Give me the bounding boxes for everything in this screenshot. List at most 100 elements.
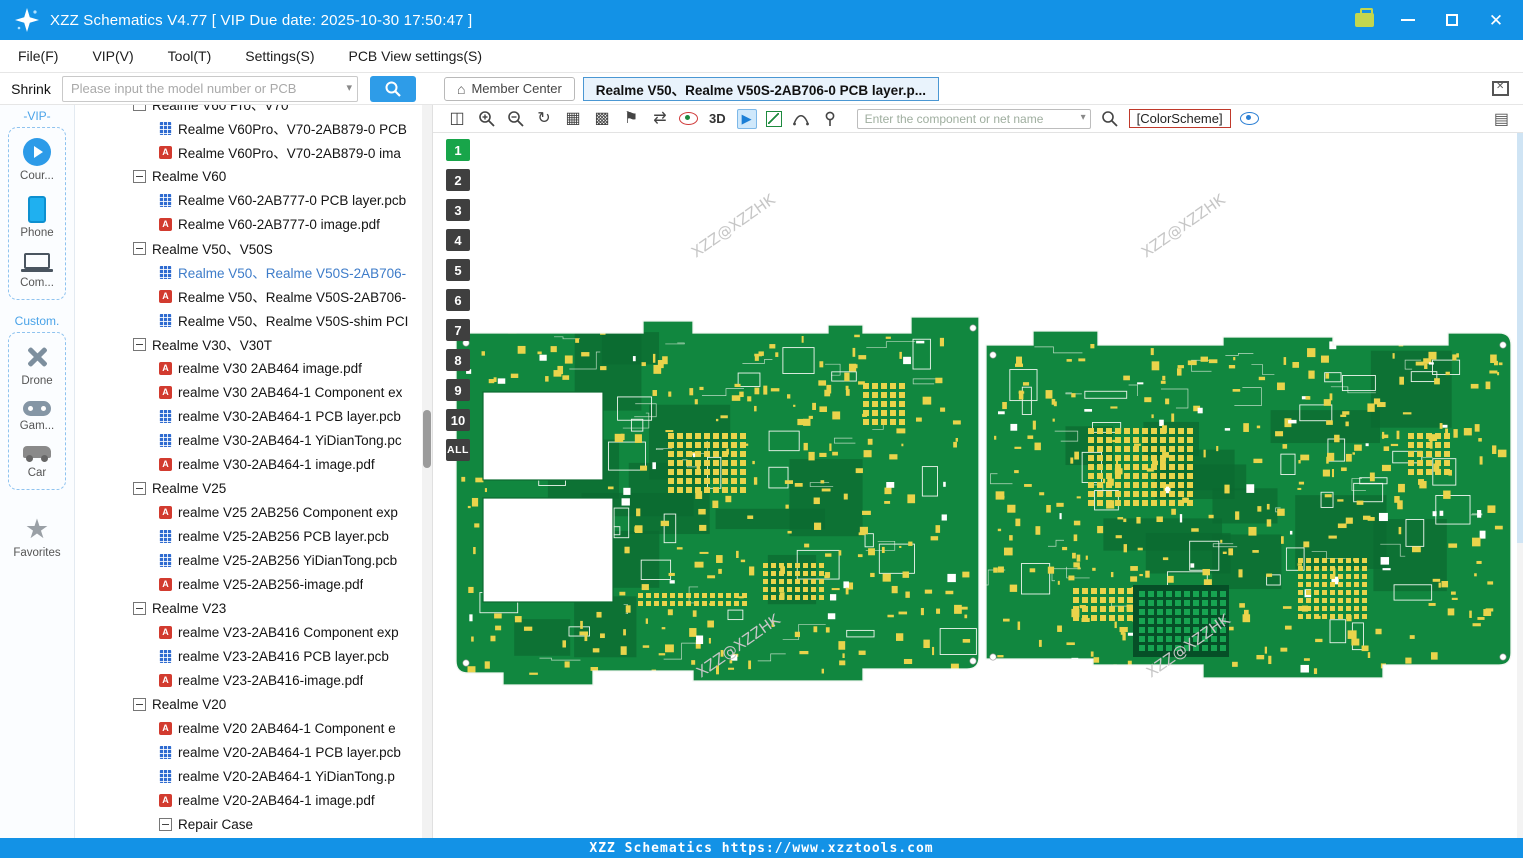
close-button[interactable]: ✕ xyxy=(1485,9,1507,31)
sidebar-item-car[interactable]: Car xyxy=(23,446,51,479)
layer-button[interactable]: 4 xyxy=(446,229,470,251)
canvas-scrollbar-thumb[interactable] xyxy=(1517,133,1523,543)
sidebar-item-computer[interactable]: Com... xyxy=(20,253,54,289)
zoom-in-icon[interactable] xyxy=(476,110,496,127)
tree-item-icon: A xyxy=(159,361,172,375)
sidebar-item-drone[interactable]: Drone xyxy=(21,343,52,387)
vip-briefcase-icon[interactable] xyxy=(1353,8,1375,31)
tree-item[interactable]: A realme V25-2AB256-image.pdf xyxy=(75,572,422,596)
curve-measure-icon[interactable] xyxy=(791,112,811,126)
pcb-canvas-area[interactable]: XZZ@XZZHK XZZ@XZZHK XZZ@XZZHK XZZ@XZZHK 1 2 3… xyxy=(433,133,1523,838)
tree-item[interactable]: realme V20-2AB464-1 PCB layer.pcb xyxy=(75,740,422,764)
tree-item[interactable]: A realme V30 2AB464 image.pdf xyxy=(75,356,422,380)
minimize-button[interactable] xyxy=(1397,9,1419,31)
tree-item[interactable]: A realme V23-2AB416-image.pdf xyxy=(75,668,422,692)
tree-item[interactable]: realme V30-2AB464-1 PCB layer.pcb xyxy=(75,404,422,428)
sidebar-item-game[interactable]: Gam... xyxy=(20,401,54,432)
tree-item[interactable]: A realme V20 2AB464-1 Component e xyxy=(75,716,422,740)
layer-button[interactable]: 8 xyxy=(446,349,470,371)
maximize-button[interactable] xyxy=(1441,9,1463,31)
colorscheme-button[interactable]: [ColorScheme] xyxy=(1128,109,1231,128)
menu-item[interactable]: Tool(T) xyxy=(168,48,212,64)
sidebar-item-favorites[interactable]: ★ Favorites xyxy=(13,516,60,560)
tree-item[interactable]: realme V30-2AB464-1 YiDianTong.pc xyxy=(75,428,422,452)
tree-item[interactable]: A Realme V50、Realme V50S-2AB706- xyxy=(75,284,422,308)
tree-item[interactable]: A realme V20-2AB464-1 image.pdf xyxy=(75,788,422,812)
tree-item-icon xyxy=(159,529,172,543)
tree-item[interactable]: realme V20-2AB464-1 YiDianTong.p xyxy=(75,764,422,788)
layer-button[interactable]: 1 xyxy=(446,139,470,161)
visibility-eye-icon[interactable] xyxy=(1239,112,1259,125)
menu-item[interactable]: Settings(S) xyxy=(245,48,314,64)
board-top-view-icon[interactable]: ▦ xyxy=(563,110,583,127)
model-search-button[interactable] xyxy=(370,75,416,102)
shrink-button[interactable]: Shrink xyxy=(0,81,62,97)
tree-item[interactable]: Realme V23 xyxy=(75,596,422,620)
crop-region-icon[interactable] xyxy=(765,110,782,127)
pin-icon[interactable] xyxy=(820,111,840,127)
menu-item[interactable]: File(F) xyxy=(18,48,58,64)
layer-button[interactable]: 5 xyxy=(446,259,470,281)
pcb-board-image[interactable]: XZZ@XZZHK XZZ@XZZHKXZZ@XZZHK XZZ@XZZHK xyxy=(433,133,1523,838)
tree-item[interactable]: realme V25-2AB256 YiDianTong.pcb xyxy=(75,548,422,572)
rotate-icon[interactable]: ↻ xyxy=(534,110,554,127)
tree-item[interactable]: Realme V20 xyxy=(75,692,422,716)
board-bottom-view-icon[interactable]: ▩ xyxy=(592,110,612,127)
menu-item[interactable]: PCB View settings(S) xyxy=(348,48,482,64)
net-search-icon[interactable] xyxy=(1100,110,1120,127)
tree-item-label: realme V25 2AB256 Component exp xyxy=(178,504,398,520)
tree-item[interactable]: Realme V50、Realme V50S-2AB706- xyxy=(75,260,422,284)
canvas-scrollbar[interactable] xyxy=(1517,133,1523,838)
tree-item[interactable]: Repair Case xyxy=(75,812,422,836)
document-tab[interactable]: Realme V50、Realme V50S-2AB706-0 PCB laye… xyxy=(582,76,939,101)
model-search-input[interactable] xyxy=(62,75,358,102)
tree-item[interactable]: Realme V60-2AB777-0 PCB layer.pcb xyxy=(75,188,422,212)
zoom-out-icon[interactable] xyxy=(505,110,525,127)
tree-scrollbar[interactable] xyxy=(422,105,432,838)
smartphone-icon xyxy=(27,196,46,223)
net-flag-icon[interactable]: ⚑ xyxy=(621,110,641,127)
member-center-button[interactable]: ⌂ Member Center xyxy=(444,76,575,101)
menu-item[interactable]: VIP(V) xyxy=(92,48,133,64)
tree-item[interactable]: A realme V30 2AB464-1 Component ex xyxy=(75,380,422,404)
tree-item[interactable]: Realme V25 xyxy=(75,476,422,500)
tree-item[interactable]: Realme V50、Realme V50S-shim PCI xyxy=(75,308,422,332)
tree-item[interactable]: A Realme V60-2AB777-0 image.pdf xyxy=(75,212,422,236)
tree-item[interactable]: Realme V60 xyxy=(75,164,422,188)
layer-button[interactable]: 6 xyxy=(446,289,470,311)
tree-scrollbar-thumb[interactable] xyxy=(423,410,431,468)
sidebar-item-course[interactable]: Cour... xyxy=(20,138,54,182)
layer-button[interactable]: 9 xyxy=(446,379,470,401)
mirror-icon[interactable]: ⇄ xyxy=(650,110,670,127)
layer-button[interactable]: 10 xyxy=(446,409,470,431)
vip-caption: -VIP- xyxy=(23,109,51,123)
highlight-eye-icon[interactable] xyxy=(679,112,698,125)
tree-item[interactable]: A realme V25 2AB256 Component exp xyxy=(75,500,422,524)
tree-item-label: realme V30-2AB464-1 image.pdf xyxy=(178,456,375,472)
tree-item[interactable]: realme V23-2AB416 PCB layer.pcb xyxy=(75,644,422,668)
sidebar-item-phone[interactable]: Phone xyxy=(20,196,54,239)
tree-item[interactable]: A realme V23-2AB416 Component exp xyxy=(75,620,422,644)
split-view-icon[interactable]: ◫ xyxy=(447,110,467,127)
collapse-panel-icon[interactable] xyxy=(1492,81,1509,96)
net-search-input[interactable] xyxy=(856,108,1091,129)
tree-item[interactable]: Realme V60Pro、V70-2AB879-0 PCB xyxy=(75,116,422,140)
tree-item-label: realme V25-2AB256 YiDianTong.pcb xyxy=(178,552,398,568)
tree-item[interactable]: realme V25-2AB256 PCB layer.pcb xyxy=(75,524,422,548)
3d-view-button[interactable]: 3D xyxy=(707,110,728,127)
tree-item[interactable]: A Realme V60Pro、V70-2AB879-0 ima xyxy=(75,140,422,164)
layer-button[interactable]: ALL xyxy=(446,439,470,461)
tree-item-label: Repair Case xyxy=(178,816,254,832)
layers-panel-icon[interactable]: ▤ xyxy=(1494,109,1509,129)
tree-item[interactable]: Realme V30、V30T xyxy=(75,332,422,356)
chevron-down-icon[interactable]: ▾ xyxy=(1081,112,1086,123)
layer-button[interactable]: 2 xyxy=(446,169,470,191)
tree-item[interactable]: A realme V30-2AB464-1 image.pdf xyxy=(75,452,422,476)
jump-arrow-icon[interactable]: ▶ xyxy=(736,108,757,129)
chevron-down-icon[interactable]: ▾ xyxy=(346,81,352,94)
tree-item[interactable]: Realme V60 Pro、V70 xyxy=(75,105,422,116)
tree-item[interactable]: Realme V50、V50S xyxy=(75,236,422,260)
pcb-view-panel: ◫ ↻ ▦ ▩ ⚑ ⇄ 3D ▶ ▾ xyxy=(432,105,1523,838)
layer-button[interactable]: 3 xyxy=(446,199,470,221)
layer-button[interactable]: 7 xyxy=(446,319,470,341)
